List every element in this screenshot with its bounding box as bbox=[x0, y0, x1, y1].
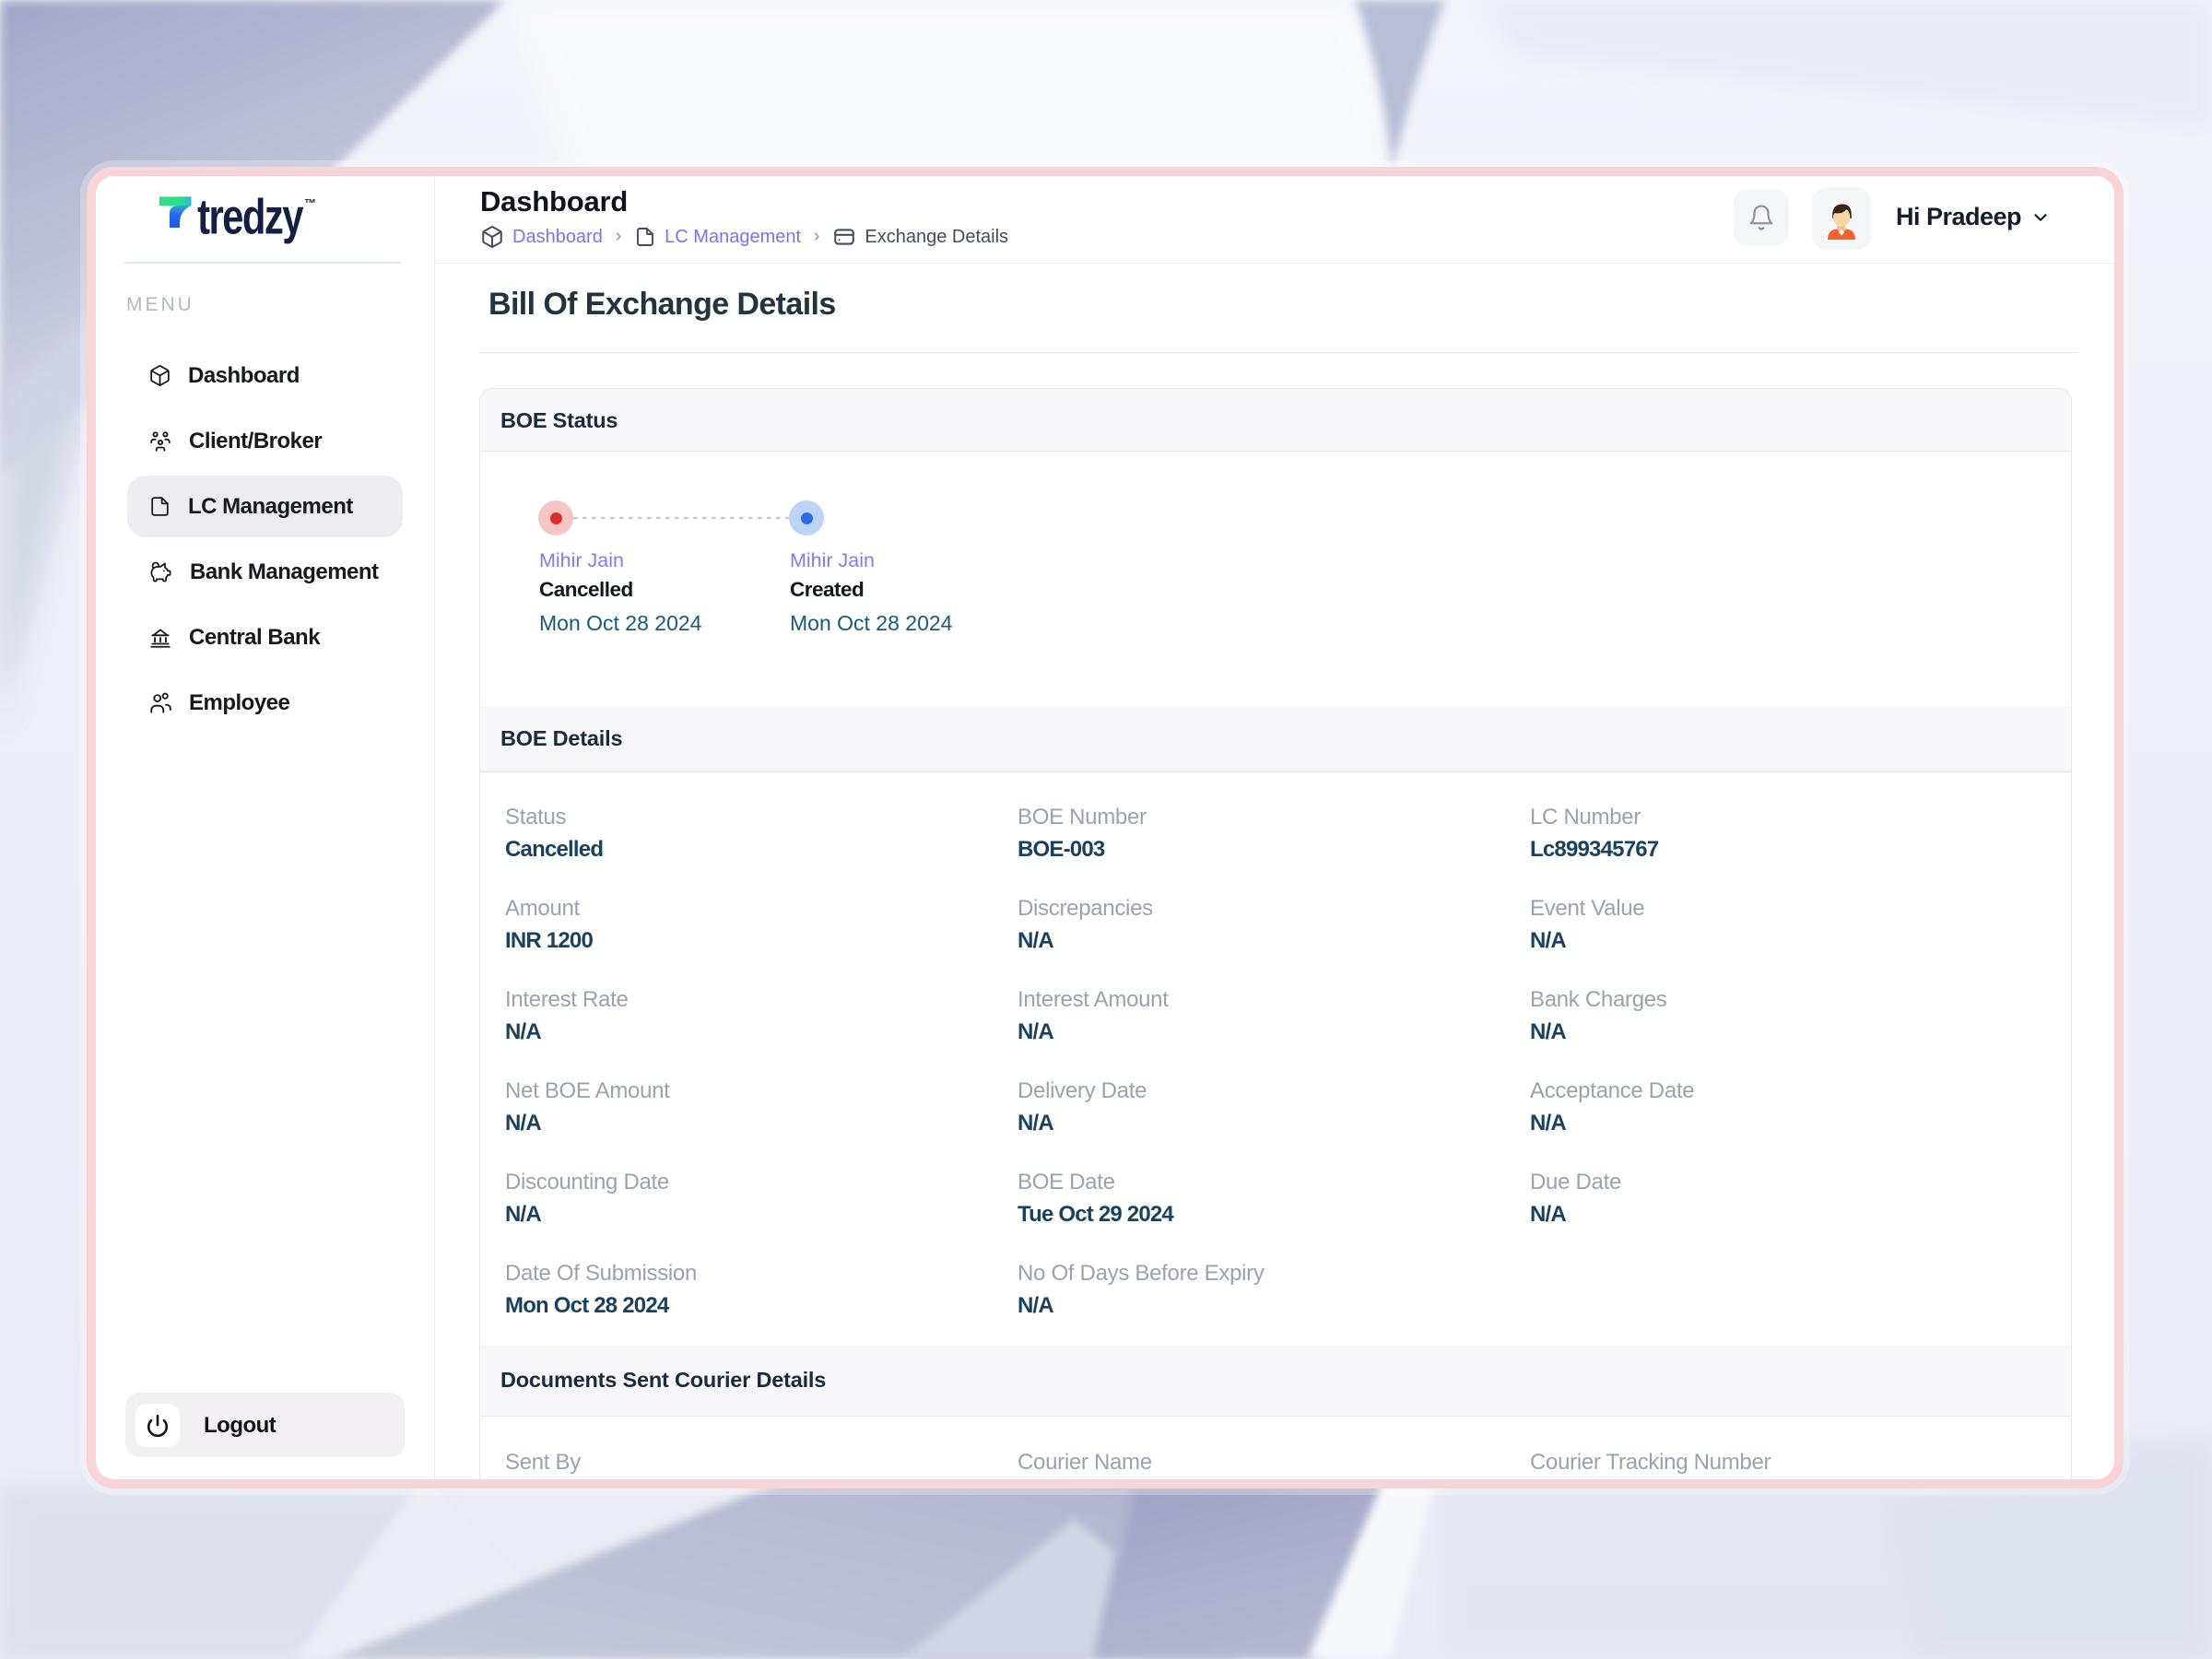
svg-text:™: ™ bbox=[304, 196, 316, 210]
svg-text:tredzy: tredzy bbox=[197, 196, 304, 244]
